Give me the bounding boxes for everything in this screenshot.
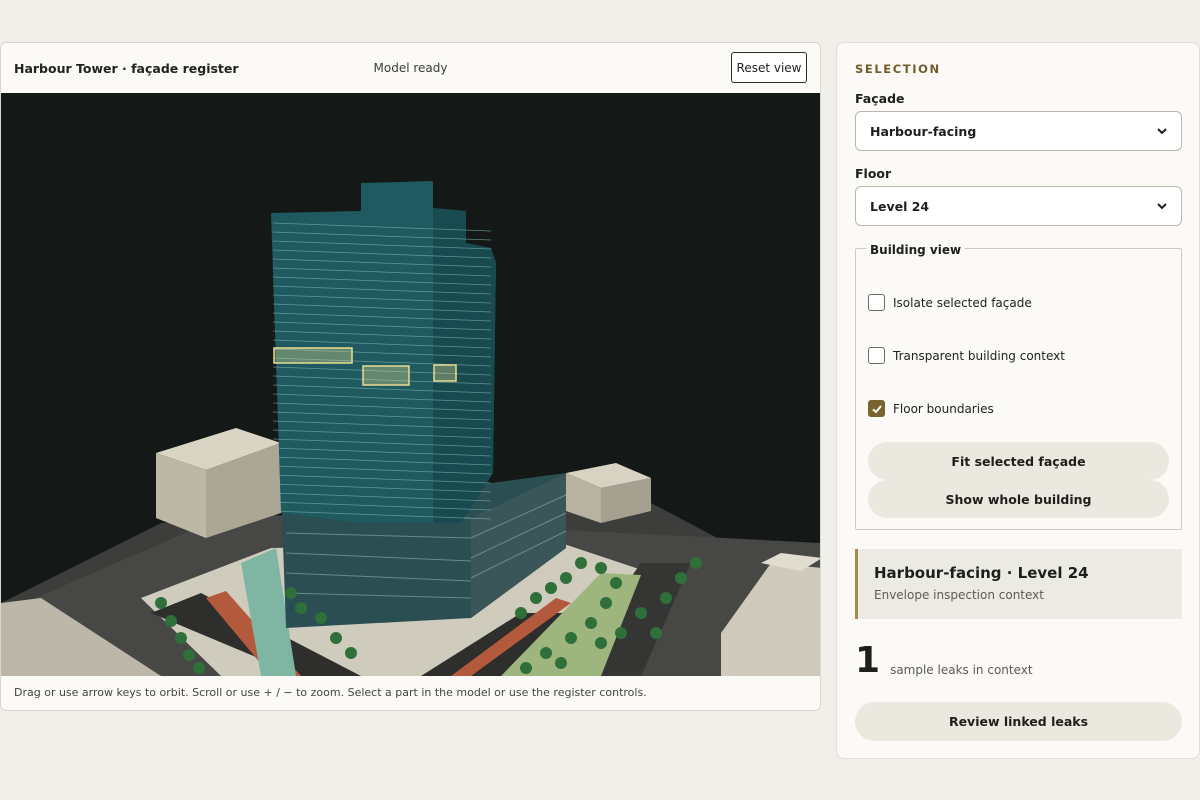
viewer-header: Harbour Tower · façade register Model re… <box>1 43 820 93</box>
show-whole-building-button[interactable]: Show whole building <box>868 480 1169 518</box>
floor-label: Floor <box>855 166 892 181</box>
chevron-down-icon <box>1157 128 1167 135</box>
isolate-facade-checkbox[interactable] <box>868 294 885 311</box>
fit-selected-facade-button[interactable]: Fit selected façade <box>868 442 1169 480</box>
facade-select-value: Harbour-facing <box>870 123 977 139</box>
selection-context-card: Harbour-facing · Level 24 Envelope inspe… <box>855 549 1182 619</box>
model-viewer-card: Harbour Tower · façade register Model re… <box>0 42 821 711</box>
floor-boundaries-label: Floor boundaries <box>893 401 994 416</box>
right-context-building <box>566 463 651 523</box>
context-subtitle: Envelope inspection context <box>874 588 1044 602</box>
checkmark-icon <box>871 404 882 413</box>
transparent-context-label: Transparent building context <box>893 348 1065 363</box>
isolate-facade-option[interactable]: Isolate selected façade <box>868 294 1032 311</box>
review-linked-leaks-button[interactable]: Review linked leaks <box>855 702 1182 741</box>
floor-select[interactable]: Level 24 <box>855 186 1182 226</box>
floor-boundaries-checkbox[interactable] <box>868 400 885 417</box>
isolate-facade-label: Isolate selected façade <box>893 295 1032 310</box>
facade-select[interactable]: Harbour-facing <box>855 111 1182 151</box>
leak-count-summary: 1 sample leaks in context <box>855 643 1033 679</box>
building-view-legend: Building view <box>866 243 966 257</box>
transparent-context-checkbox[interactable] <box>868 347 885 364</box>
reset-view-button[interactable]: Reset view <box>731 52 807 83</box>
viewer-title: Harbour Tower · façade register <box>14 60 239 76</box>
viewer-help-text: Drag or use arrow keys to orbit. Scroll … <box>14 686 647 699</box>
building-view-group: Building view Isolate selected façade Tr… <box>855 243 1182 530</box>
transparent-context-option[interactable]: Transparent building context <box>868 347 1065 364</box>
facade-label: Façade <box>855 91 905 106</box>
context-title: Harbour-facing · Level 24 <box>874 564 1089 582</box>
building-model-viewport[interactable] <box>1 93 821 676</box>
leak-count-label: sample leaks in context <box>890 663 1033 677</box>
selection-section-label: SELECTION <box>855 62 941 76</box>
leak-count: 1 <box>855 640 881 681</box>
chevron-down-icon <box>1157 203 1167 210</box>
floor-boundaries-option[interactable]: Floor boundaries <box>868 400 994 417</box>
selection-panel: SELECTION Façade Harbour-facing Floor Le… <box>836 42 1200 759</box>
floor-select-value: Level 24 <box>870 198 930 214</box>
